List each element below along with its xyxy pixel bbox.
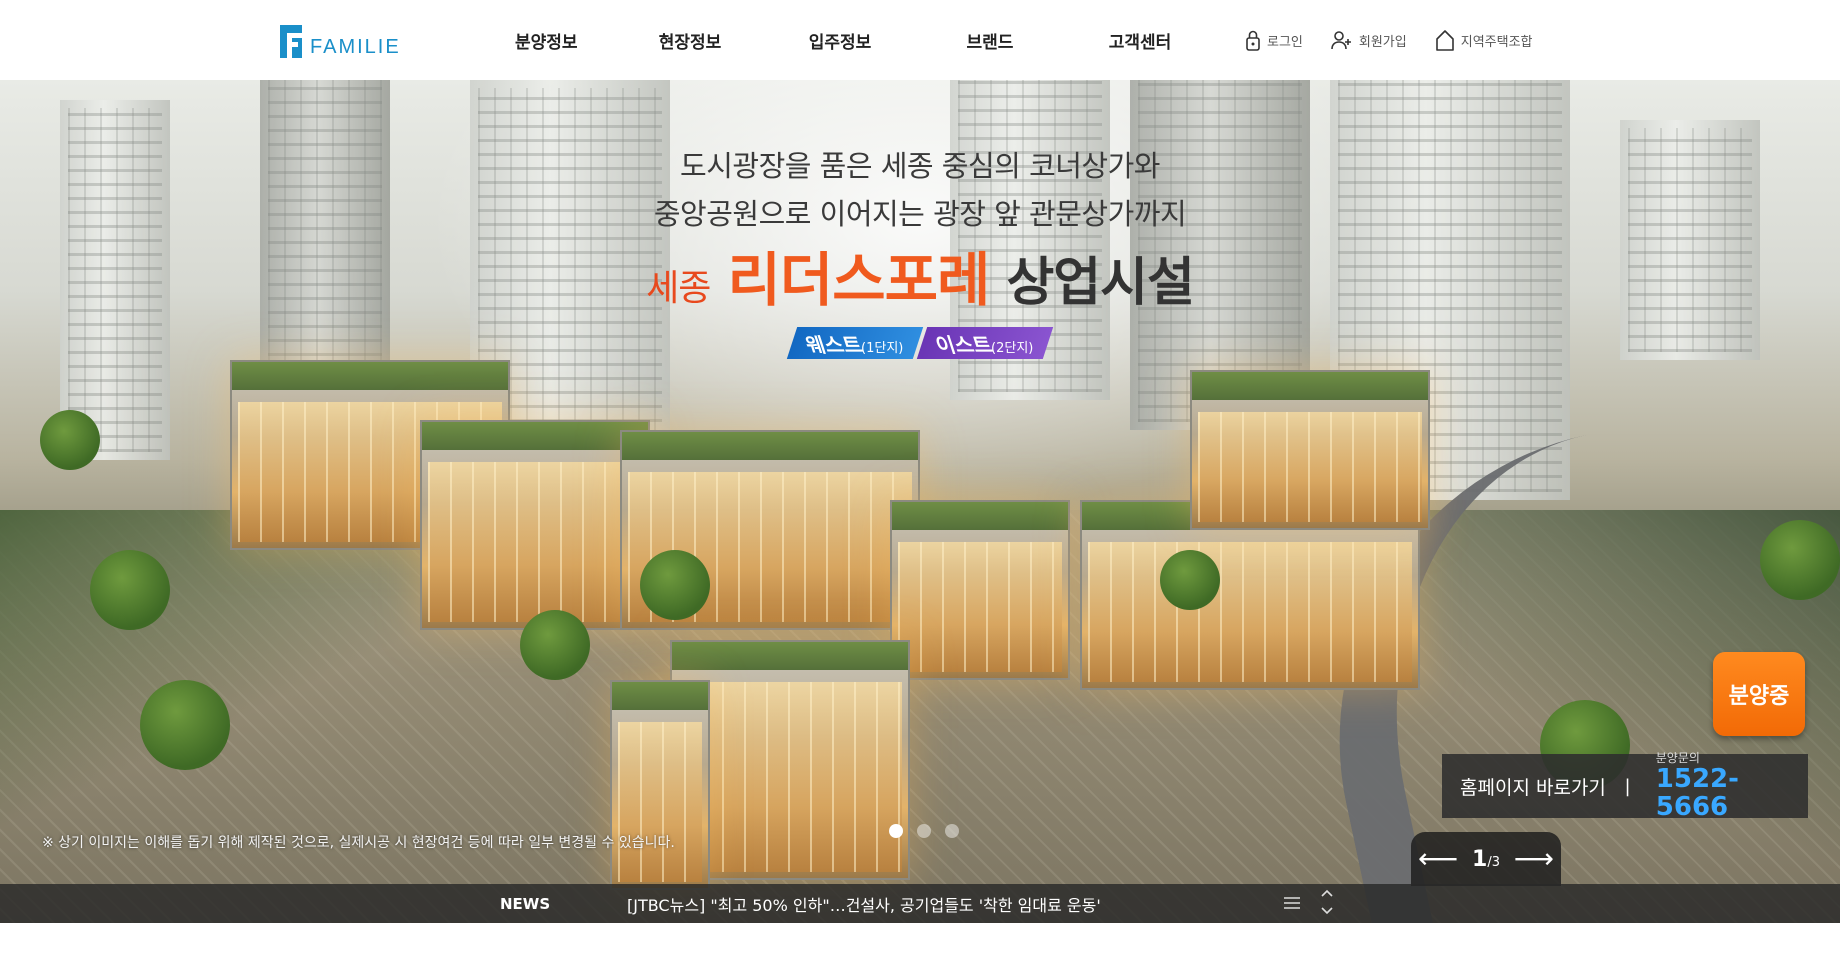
chevron-down-icon[interactable] xyxy=(1320,906,1334,916)
contact-bar[interactable]: 홈페이지 바로가기 | 분양문의 1522-5666 xyxy=(1442,751,1808,821)
util-nav: 로그인 회원가입 지역주택조합 xyxy=(1245,0,1561,80)
nav-item-customer-center[interactable]: 고객센터 xyxy=(1065,28,1215,53)
tree xyxy=(140,680,230,770)
phone-label: 분양문의 xyxy=(1655,751,1700,765)
arrow-right-icon[interactable]: ⟶ xyxy=(1514,845,1554,873)
tree xyxy=(1760,520,1840,600)
homepage-link[interactable]: 홈페이지 바로가기 xyxy=(1442,773,1624,800)
west-badge: 웨스트(1단지) xyxy=(787,327,924,359)
menu-icon[interactable] xyxy=(1283,896,1301,910)
hero-title-brand: 리더스포레 xyxy=(727,246,991,314)
slide-counter: 1/3 xyxy=(1472,847,1500,872)
commercial-building xyxy=(610,680,710,890)
hero-copy: 도시광장을 품은 세종 중심의 코너상가와 중앙공원으로 이어지는 광장 앞 관… xyxy=(0,142,1840,359)
logo-mark-icon xyxy=(280,25,302,58)
complex-badges: 웨스트(1단지) 이스트(2단지) xyxy=(0,327,1840,359)
nav-item-site-info[interactable]: 현장정보 xyxy=(615,28,765,53)
slider-pager: ⟵ 1/3 ⟶ xyxy=(1411,832,1561,886)
hero-copy-line-1: 도시광장을 품은 세종 중심의 코너상가와 xyxy=(680,149,1160,183)
login-label: 로그인 xyxy=(1267,34,1303,50)
slider-dot-2[interactable] xyxy=(917,824,931,838)
tree xyxy=(640,550,710,620)
hero-title-region: 세종 xyxy=(646,268,711,309)
tree xyxy=(90,550,170,630)
signup-label: 회원가입 xyxy=(1358,34,1407,50)
slide-current: 1 xyxy=(1472,846,1488,872)
east-badge-label: 이스트 xyxy=(932,332,996,357)
tree xyxy=(520,610,590,680)
commercial-building xyxy=(1190,370,1430,530)
west-badge-sub: (1단지) xyxy=(861,340,904,356)
chevron-up-icon[interactable] xyxy=(1320,888,1334,898)
commercial-building xyxy=(420,420,650,630)
main-nav: 분양정보 현장정보 입주정보 브랜드 고객센터 xyxy=(480,0,1215,80)
slider-dots xyxy=(889,824,959,838)
west-badge-label: 웨스트 xyxy=(803,332,867,357)
familie-logo[interactable]: FAMILIE xyxy=(280,24,401,58)
house-icon xyxy=(1435,30,1454,51)
news-label: NEWS xyxy=(500,895,551,913)
signup-link[interactable]: 회원가입 xyxy=(1331,30,1407,50)
image-disclaimer: ※ 상기 이미지는 이해를 돕기 위해 제작된 것으로, 실제시공 시 현장여건… xyxy=(42,835,675,851)
lock-icon xyxy=(1246,30,1260,51)
contact-separator: | xyxy=(1624,775,1631,797)
slider-dot-1[interactable] xyxy=(889,824,903,838)
nav-item-move-in-info[interactable]: 입주정보 xyxy=(765,28,915,53)
login-link[interactable]: 로그인 xyxy=(1245,29,1303,51)
hero-title: 세종 리더스포레 상업시설 xyxy=(0,248,1840,321)
hero-banner: 도시광장을 품은 세종 중심의 코너상가와 중앙공원으로 이어지는 광장 앞 관… xyxy=(0,80,1840,923)
news-headline[interactable]: [JTBC뉴스] "최고 50% 인하"…건설사, 공기업들도 '착한 임대료 … xyxy=(627,892,1101,916)
tree xyxy=(1160,550,1220,610)
slide-total: /3 xyxy=(1487,854,1500,870)
hero-copy-line-2: 중앙공원으로 이어지는 광장 앞 관문상가까지 xyxy=(653,197,1187,231)
east-badge-sub: (2단지) xyxy=(991,340,1034,356)
site-header: FAMILIE 분양정보 현장정보 입주정보 브랜드 고객센터 로그인 회원가입 xyxy=(0,0,1840,80)
phone-number[interactable]: 1522-5666 xyxy=(1656,765,1808,821)
east-badge: 이스트(2단지) xyxy=(916,327,1053,359)
housing-label: 지역주택조합 xyxy=(1460,34,1533,50)
tree xyxy=(40,410,100,470)
hero-title-type: 상업시설 xyxy=(1006,253,1194,313)
arrow-left-icon[interactable]: ⟵ xyxy=(1418,845,1458,873)
phone-block: 분양문의 1522-5666 xyxy=(1656,751,1808,821)
user-plus-icon xyxy=(1331,31,1351,50)
housing-association-link[interactable]: 지역주택조합 xyxy=(1435,29,1533,51)
nav-item-sales-info[interactable]: 분양정보 xyxy=(480,28,615,53)
on-sale-button[interactable]: 분양중 xyxy=(1713,652,1805,736)
slider-dot-3[interactable] xyxy=(945,824,959,838)
commercial-building xyxy=(890,500,1070,680)
news-bar: NEWS [JTBC뉴스] "최고 50% 인하"…건설사, 공기업들도 '착한… xyxy=(0,884,1840,923)
nav-item-brand[interactable]: 브랜드 xyxy=(915,28,1065,53)
logo-text: FAMILIE xyxy=(310,36,401,58)
